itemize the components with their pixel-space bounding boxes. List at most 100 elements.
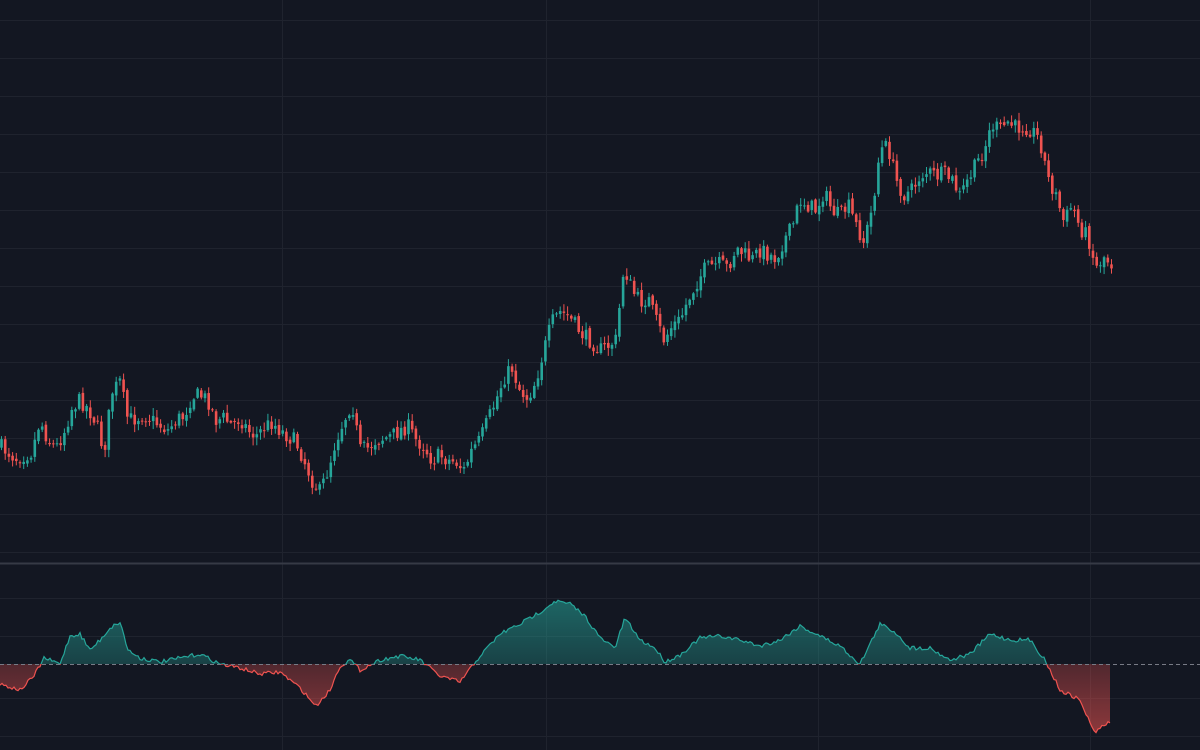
- candle-body: [577, 316, 580, 333]
- candle-body: [921, 178, 925, 182]
- candle-body: [137, 421, 140, 425]
- candle-body: [762, 245, 765, 260]
- candle-body: [595, 352, 599, 354]
- candle-body: [784, 235, 788, 253]
- candle-body: [984, 146, 987, 162]
- candle-body: [299, 449, 303, 461]
- candle-body: [499, 388, 503, 398]
- candle-body: [52, 443, 55, 445]
- candle-body: [618, 307, 621, 337]
- candle-body: [977, 158, 980, 161]
- candle-body: [181, 413, 185, 420]
- candle-body: [555, 313, 558, 315]
- candle-body: [422, 449, 425, 451]
- candle-body: [473, 444, 477, 449]
- candle-body: [951, 176, 954, 181]
- candle-body: [551, 314, 555, 325]
- candle-body: [481, 427, 484, 437]
- candle-body: [758, 248, 762, 258]
- candle-body: [155, 417, 159, 426]
- candle-body: [514, 370, 518, 383]
- candle-body: [1017, 120, 1021, 133]
- candle-body: [370, 447, 373, 449]
- candle-body: [592, 347, 595, 352]
- candle-body: [177, 413, 181, 426]
- candle-body: [281, 430, 284, 434]
- candle-body: [640, 290, 643, 307]
- candle-body: [958, 191, 962, 193]
- candle-body: [240, 425, 244, 429]
- candle-body: [644, 305, 647, 308]
- candle-body: [340, 428, 344, 442]
- candle-body: [1065, 209, 1069, 222]
- candle-body: [118, 378, 122, 381]
- candle-body: [403, 426, 407, 436]
- candle-body: [151, 415, 155, 422]
- candle-body: [581, 331, 584, 339]
- candle-body: [1102, 257, 1106, 268]
- candle-body: [510, 366, 514, 372]
- candle-body: [459, 466, 462, 469]
- candle-body: [1099, 265, 1102, 267]
- candle-body: [910, 183, 913, 191]
- candle-body: [925, 174, 928, 177]
- candle-body: [307, 462, 310, 476]
- candle-body: [736, 247, 740, 255]
- candle-body: [729, 264, 732, 269]
- candlestick-chart[interactable]: [0, 0, 1200, 750]
- candle-body: [588, 328, 592, 348]
- candle-body: [392, 428, 395, 433]
- candle-body: [703, 262, 706, 278]
- candle-body: [7, 453, 11, 457]
- candle-body: [66, 426, 70, 433]
- candle-body: [329, 462, 333, 478]
- candle-body: [599, 343, 603, 354]
- candle-body: [492, 407, 495, 410]
- candle-body: [355, 413, 358, 426]
- candle-body: [699, 276, 703, 291]
- candle-body: [962, 185, 965, 190]
- candle-body: [636, 291, 640, 295]
- candle-body: [533, 385, 536, 398]
- trading-chart[interactable]: [0, 0, 1200, 750]
- candle-body: [433, 463, 436, 465]
- candle-body: [322, 478, 325, 484]
- candle-body: [1091, 250, 1095, 258]
- candle: [296, 431, 299, 451]
- candle-body: [314, 488, 318, 490]
- candle-body: [858, 220, 862, 241]
- candle-body: [1062, 209, 1065, 221]
- candle-body: [536, 378, 540, 387]
- candle-body: [873, 195, 876, 211]
- candle-body: [740, 248, 743, 255]
- candle-body: [74, 409, 77, 412]
- candle-body: [1088, 226, 1091, 249]
- candle-body: [880, 147, 884, 164]
- candle-body: [103, 445, 107, 450]
- candle-body: [248, 425, 251, 433]
- candle-body: [610, 344, 614, 349]
- candle-body: [214, 411, 218, 425]
- candle-body: [33, 439, 37, 457]
- candle-body: [266, 420, 270, 431]
- candle-body: [140, 420, 144, 422]
- candle-body: [888, 141, 891, 160]
- candle-body: [447, 459, 451, 464]
- candle-body: [366, 443, 370, 448]
- candle-body: [203, 393, 207, 399]
- candle-body: [980, 159, 984, 162]
- candle-body: [48, 442, 51, 445]
- candle-body: [562, 311, 566, 313]
- candle-body: [1110, 264, 1113, 269]
- candle-body: [832, 205, 836, 216]
- candle-body: [540, 362, 543, 381]
- candle-body: [1002, 122, 1006, 126]
- candle-body: [773, 255, 777, 263]
- candle-body: [521, 389, 525, 397]
- candle-body: [96, 420, 99, 422]
- candle-body: [603, 343, 606, 345]
- candle-body: [914, 184, 917, 187]
- candle-body: [484, 418, 488, 429]
- candle-body: [377, 443, 381, 445]
- candle-body: [200, 390, 203, 398]
